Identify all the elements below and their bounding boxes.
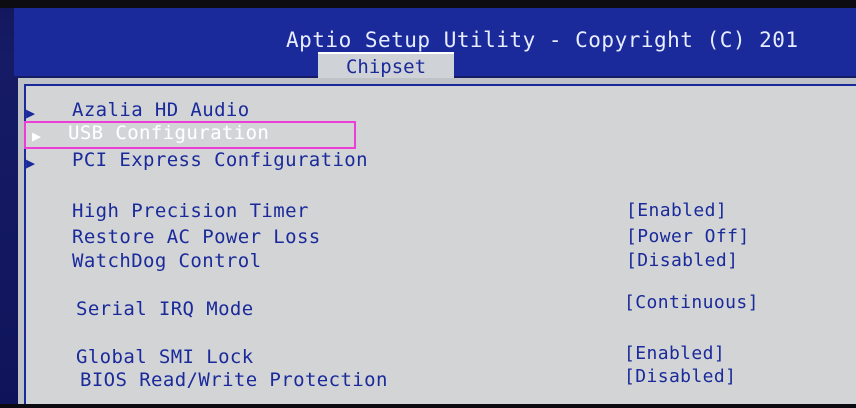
setting-label-serial-irq-mode[interactable]: Serial IRQ Mode: [76, 298, 254, 320]
setting-value-serial-irq-mode[interactable]: [Continuous]: [624, 292, 759, 313]
setting-value-bios-read-write-protection[interactable]: [Disabled]: [624, 366, 736, 387]
setting-value-global-smi-lock[interactable]: [Enabled]: [624, 343, 725, 364]
bios-screen: Aptio Setup Utility - Copyright (C) 201 …: [0, 0, 856, 408]
setting-label-bios-read-write-protection[interactable]: BIOS Read/Write Protection: [80, 369, 388, 391]
submenu-pci-express-configuration[interactable]: PCI Express Configuration: [72, 149, 368, 171]
triangle-right-icon: ▶: [26, 154, 36, 172]
tab-chipset[interactable]: Chipset: [318, 52, 454, 80]
bottom-edge: [0, 404, 856, 408]
submenu-azalia-hd-audio[interactable]: Azalia HD Audio: [72, 99, 250, 121]
setting-value-watchdog-control[interactable]: [Disabled]: [626, 250, 738, 271]
setting-value-high-precision-timer[interactable]: [Enabled]: [626, 200, 727, 221]
app-title: Aptio Setup Utility - Copyright (C) 201: [286, 28, 799, 52]
setting-label-high-precision-timer[interactable]: High Precision Timer: [72, 200, 309, 222]
triangle-right-icon: ▶: [32, 127, 42, 145]
setting-label-global-smi-lock[interactable]: Global SMI Lock: [76, 346, 254, 368]
submenu-usb-configuration[interactable]: USB Configuration: [68, 122, 269, 144]
setting-label-watchdog-control[interactable]: WatchDog Control: [72, 250, 261, 272]
setting-label-restore-ac-power-loss[interactable]: Restore AC Power Loss: [72, 226, 321, 248]
setting-value-restore-ac-power-loss[interactable]: [Power Off]: [626, 226, 750, 247]
triangle-right-icon: ▶: [26, 104, 36, 122]
